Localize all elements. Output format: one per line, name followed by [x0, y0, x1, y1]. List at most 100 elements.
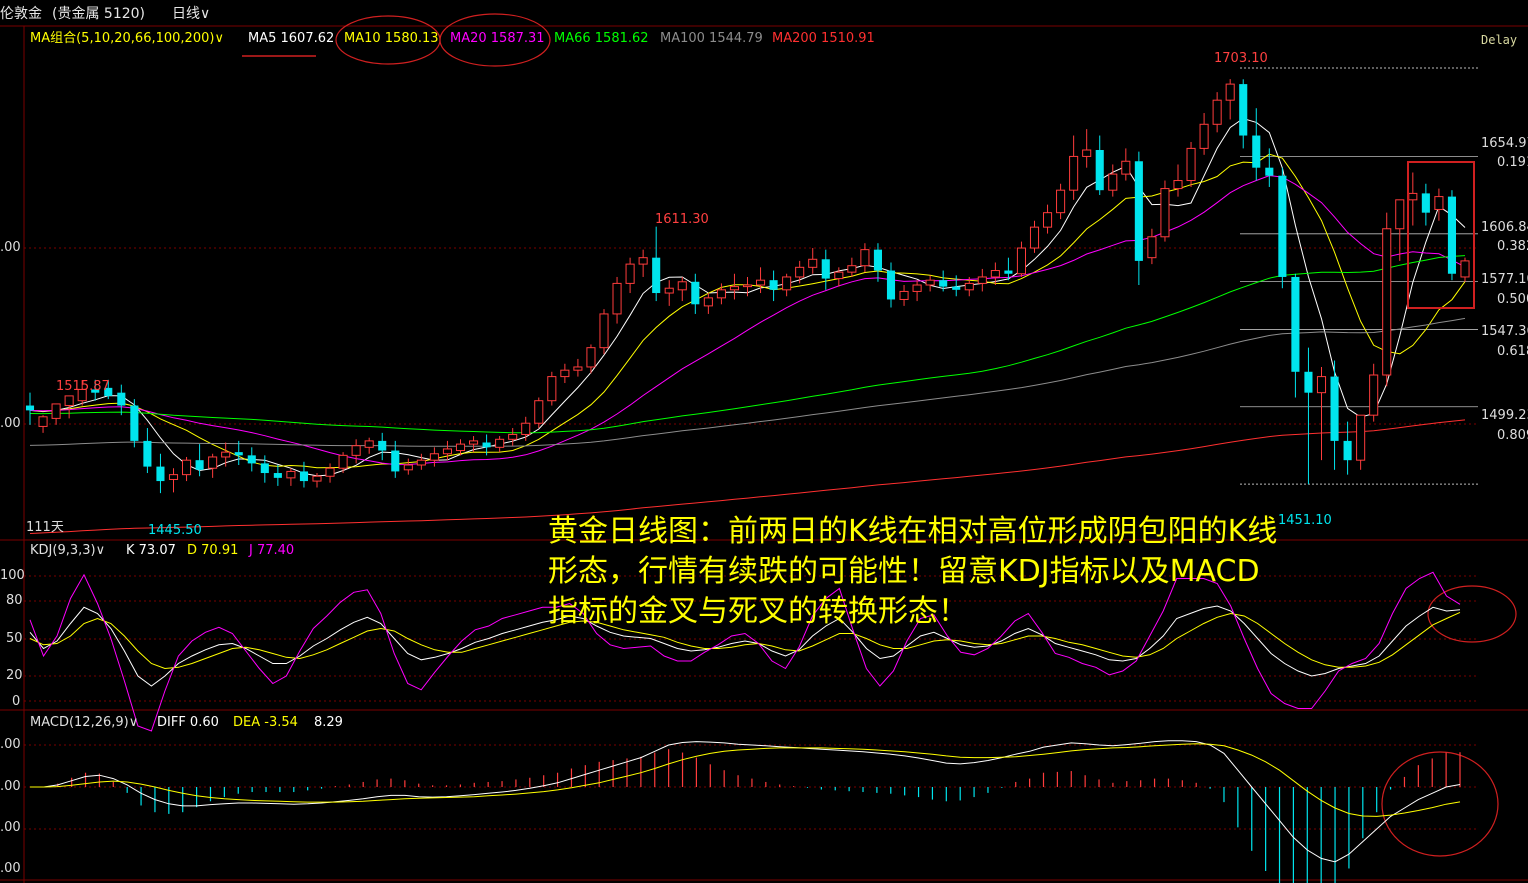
fib-price-label: 1547.36	[1481, 324, 1528, 339]
ma-group-label: MA组合(5,10,20,66,100,200)	[30, 31, 215, 46]
candle-body	[821, 259, 830, 279]
candle-body	[495, 438, 505, 448]
candle-body	[1212, 99, 1222, 125]
kdj-group-selector[interactable]: KDJ(9,3,3)∨	[30, 543, 105, 559]
candle-body	[1004, 270, 1013, 274]
candle-body	[1239, 84, 1248, 136]
kdj-group-label: KDJ(9,3,3)	[30, 543, 96, 558]
candle-body	[716, 289, 726, 299]
candle-body	[1029, 226, 1040, 249]
candle-body	[25, 405, 35, 411]
candle-body	[990, 270, 1000, 278]
fib-ratio-label: 0.191	[1497, 155, 1528, 170]
candle-body	[1134, 161, 1143, 261]
price-axis-tick: .00	[0, 416, 21, 431]
candle-body	[691, 281, 700, 305]
candle-body	[299, 471, 308, 482]
period-label: 日线	[172, 6, 200, 22]
candle-body	[168, 474, 179, 480]
candle-body	[547, 376, 557, 402]
candle-body	[1160, 188, 1170, 238]
candle-body	[521, 422, 531, 435]
candle-body	[652, 257, 661, 294]
candle-body	[117, 392, 126, 406]
fib-ratio-label: 0.500	[1497, 292, 1528, 307]
candle-body	[182, 459, 192, 476]
candle-body	[1016, 247, 1026, 275]
candle-body	[756, 279, 766, 286]
macd-histogram-label: 8.29	[314, 715, 343, 730]
macd-axis-tick: .00	[0, 861, 21, 876]
chevron-down-icon: ∨	[128, 715, 139, 730]
candle-body	[482, 442, 491, 448]
fib-price-label: 1606.84	[1481, 220, 1528, 235]
macd-axis-tick: .00	[0, 820, 21, 835]
candle-body	[586, 347, 596, 368]
candle-body	[1069, 155, 1079, 191]
kdj-axis-tick: 20	[6, 668, 23, 683]
candle-body	[703, 297, 713, 307]
chart-stage: 伦敦金 (贵金属 5120) 日线∨ Delay MA组合(5,10,20,66…	[0, 0, 1528, 883]
candle-body	[834, 271, 844, 280]
highlight-box	[1407, 161, 1475, 309]
instrument-name[interactable]: 伦敦金	[0, 6, 42, 22]
candle-body	[1252, 135, 1261, 168]
candle-body	[964, 282, 974, 291]
candle-body	[1121, 160, 1131, 175]
candle-body	[391, 450, 400, 472]
candle-body	[977, 276, 987, 284]
ma-group-selector[interactable]: MA组合(5,10,20,66,100,200)∨	[30, 31, 224, 47]
ma-line	[29, 175, 1466, 466]
candle-body	[1225, 83, 1235, 101]
candle-body	[1421, 193, 1430, 213]
price-axis-tick: .00	[0, 240, 21, 255]
highlight-circle	[1381, 751, 1499, 857]
kdj-k-label: K 73.07	[126, 543, 176, 558]
day-count-label: 111天	[26, 520, 64, 535]
price-high-label: 1703.10	[1214, 51, 1268, 66]
chevron-down-icon: ∨	[214, 31, 224, 46]
macd-group-selector[interactable]: MACD(12,26,9)∨	[30, 715, 138, 731]
chart-canvas	[0, 13, 1528, 883]
candle-body	[1356, 414, 1366, 461]
candle-body	[1095, 150, 1104, 191]
fib-ratio-label: 0.618	[1497, 344, 1528, 359]
ma-line	[29, 117, 1466, 477]
candle-body	[429, 453, 439, 461]
candle-body	[1316, 376, 1327, 394]
candle-body	[782, 276, 792, 291]
ma100-label: MA100 1544.79	[660, 31, 763, 46]
candle-body	[403, 464, 413, 471]
delay-status: Delay	[1481, 33, 1518, 47]
candle-body	[625, 263, 635, 284]
candle-body	[873, 249, 882, 271]
chevron-down-icon: ∨	[95, 543, 106, 558]
candle-body	[273, 473, 282, 478]
candle-body	[1199, 123, 1209, 149]
candle-body	[469, 440, 479, 445]
candle-body	[952, 286, 961, 290]
macd-line	[30, 740, 1461, 863]
kdj-axis-tick: 80	[6, 593, 23, 608]
candle-body	[351, 445, 361, 456]
ma10-label: MA10 1580.13	[344, 31, 439, 46]
price-high-label: 1515.87	[56, 379, 110, 394]
candle-body	[1278, 175, 1287, 277]
kdj-axis-tick: 50	[6, 631, 23, 646]
macd-axis-tick: .00	[0, 779, 21, 794]
candle-body	[130, 405, 139, 441]
candle-body	[234, 452, 243, 456]
candle-body	[1173, 180, 1183, 190]
candle-body	[1408, 192, 1418, 201]
candle-body	[508, 433, 518, 440]
candle-body	[1108, 173, 1118, 191]
candle-body	[742, 284, 753, 288]
candle-body	[221, 451, 231, 458]
period-selector[interactable]: 日线∨	[172, 6, 210, 22]
candle-body	[260, 463, 269, 474]
fib-ratio-label: 0.809	[1497, 428, 1528, 443]
price-low-label: 1445.50	[148, 523, 202, 538]
ma5-label: MA5 1607.62	[248, 31, 335, 46]
candle-body	[1369, 374, 1379, 416]
candle-body	[247, 455, 256, 464]
